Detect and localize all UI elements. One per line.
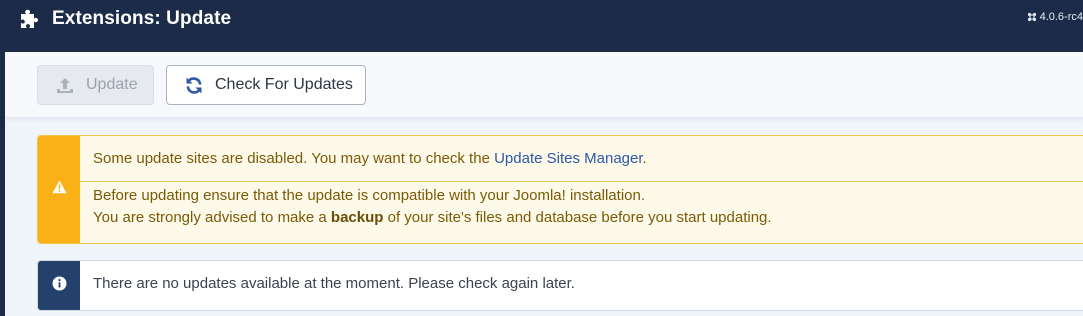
warning-sites-text: Some update sites are disabled. You may … [93, 150, 495, 167]
page-title: Extensions: Update [52, 8, 232, 29]
info-message: There are no updates available at the mo… [93, 275, 575, 292]
warning-alert: Some update sites are disabled. You may … [37, 135, 1083, 244]
page-header: Extensions: Update 4.0.6-rc4 [0, 0, 1083, 52]
warning-backup-line: You are strongly advised to make a backu… [93, 207, 1083, 229]
puzzle-piece-icon [21, 9, 39, 28]
upload-icon [57, 78, 73, 93]
version-badge: 4.0.6-rc4 [1027, 11, 1083, 23]
warning-backup-post: of your site's files and database before… [383, 209, 772, 226]
info-icon [52, 276, 67, 291]
warning-sites-end: . [642, 150, 647, 167]
update-sites-manager-link[interactable]: Update Sites Manager [494, 150, 642, 167]
warning-backup-bold: backup [330, 209, 384, 226]
update-button[interactable]: Update [37, 65, 154, 105]
warning-compat-text: Before updating ensure that the update i… [93, 187, 645, 204]
warning-alert-side [38, 136, 80, 243]
toolbar: Update Check For Updates [5, 52, 1083, 118]
info-alert: There are no updates available at the mo… [37, 260, 1083, 311]
refresh-icon [186, 77, 202, 94]
check-for-updates-button[interactable]: Check For Updates [166, 65, 366, 105]
warning-message-sites: Some update sites are disabled. You may … [80, 136, 1083, 182]
joomla-icon [1027, 12, 1036, 22]
warning-icon [52, 180, 67, 194]
info-alert-side [38, 261, 80, 310]
update-button-label: Update [86, 76, 138, 93]
warning-backup-pre: You are strongly advised to make a [93, 209, 331, 226]
version-text: 4.0.6-rc4 [1039, 11, 1083, 23]
warning-message-compat: Before updating ensure that the update i… [80, 183, 1083, 229]
check-for-updates-label: Check For Updates [215, 76, 353, 93]
